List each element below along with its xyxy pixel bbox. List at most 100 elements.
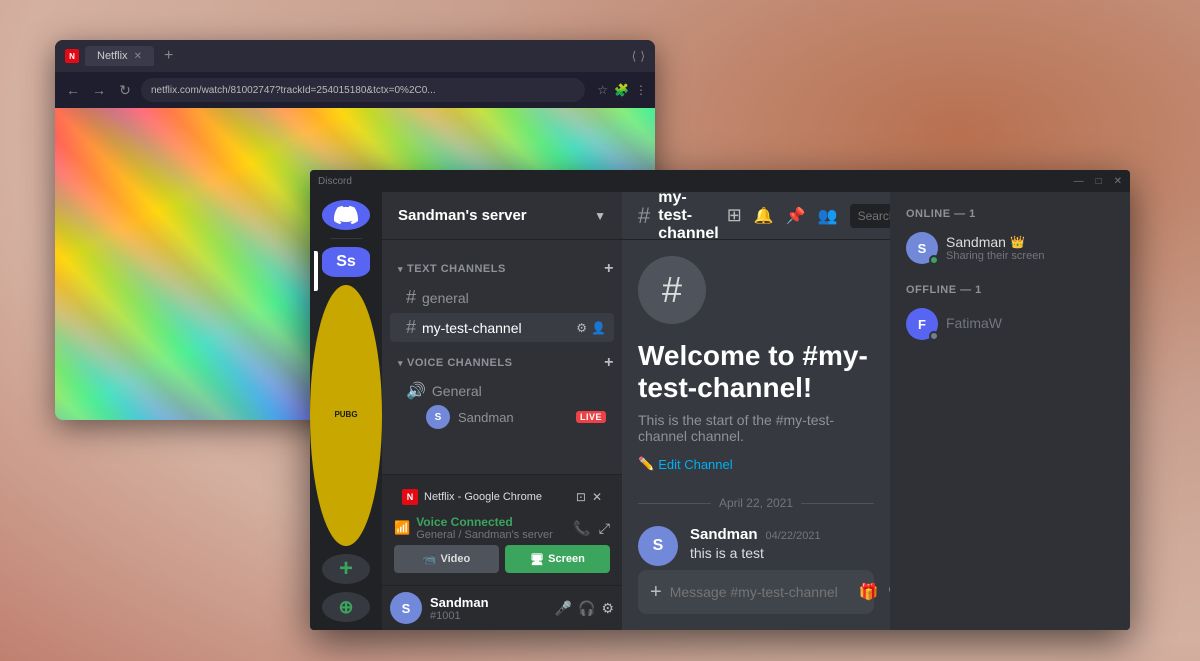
edit-channel-link[interactable]: ✏️ Edit Channel xyxy=(638,456,733,472)
chat-header-icons: ⊞ 🔔 📌 👥 🔍 🖥 ❓ xyxy=(727,204,890,228)
forward-button[interactable]: → xyxy=(89,82,109,98)
netflix-tab[interactable]: Netflix ✕ xyxy=(85,46,154,66)
date-divider-1: April 22, 2021 xyxy=(638,496,874,510)
discover-servers-button[interactable]: ⊕ xyxy=(322,592,370,622)
chat-area: # my-test-channel ⊞ 🔔 📌 👥 🔍 🖥 ❓ xyxy=(622,192,890,630)
voice-status-info: Voice Connected General / Sandman's serv… xyxy=(416,515,553,541)
netflix-titlebar: N Netflix ✕ + ⟨ ⟩ xyxy=(55,40,655,72)
voice-member-name: Sandman xyxy=(458,410,514,425)
member-fatimaw[interactable]: F FatimaW xyxy=(898,304,1122,344)
hashtag-icon[interactable]: ⊞ xyxy=(727,205,742,226)
member-avatar-fatimaw: F xyxy=(906,308,938,340)
username: Sandman xyxy=(430,595,547,610)
add-server-button[interactable]: + xyxy=(322,554,370,584)
live-badge: LIVE xyxy=(576,411,606,423)
add-voice-channel-button[interactable]: + xyxy=(604,354,614,372)
date-label-1: April 22, 2021 xyxy=(719,496,793,510)
voice-settings-icon[interactable]: ⤢ xyxy=(599,520,610,537)
member-status-online xyxy=(929,255,939,265)
chat-input-box: + 🎁 GIF 📄 😊 xyxy=(638,570,874,614)
server-header[interactable]: Sandman's server ▼ xyxy=(382,192,622,240)
search-box[interactable]: 🔍 xyxy=(850,204,890,228)
members-sidebar: ONLINE — 1 S Sandman 👑 Sharing their scr… xyxy=(890,192,1130,630)
voice-channels-category[interactable]: ▾ VOICE CHANNELS + xyxy=(382,350,622,376)
member-avatar-sandman: S xyxy=(906,232,938,264)
channel-item-icons: ⚙ 👤 xyxy=(576,321,606,335)
edit-channel-label: Edit Channel xyxy=(658,457,732,472)
refresh-button[interactable]: ↻ xyxy=(115,82,135,99)
channel-my-test-channel[interactable]: # my-test-channel ⚙ 👤 xyxy=(390,313,614,342)
channel-sidebar: Sandman's server ▼ ▾ TEXT CHANNELS + # g… xyxy=(382,192,622,630)
mute-mic-icon[interactable]: 🎤 xyxy=(555,600,572,617)
video-icon: 📹 xyxy=(423,553,437,566)
channel-hash-icon: # xyxy=(406,287,416,308)
netflix-tab-close-icon[interactable]: ✕ xyxy=(134,51,142,62)
channel-general-name: general xyxy=(422,290,469,306)
stream-popout-icon[interactable]: ⊡ xyxy=(576,490,586,504)
voice-action-icons: 📞 ⤢ xyxy=(573,520,610,537)
stream-controls: ⊡ ✕ xyxy=(576,490,602,504)
add-text-channel-button[interactable]: + xyxy=(604,260,614,278)
message-author-1: Sandman xyxy=(690,526,758,543)
voice-phone-icon[interactable]: 📞 xyxy=(573,520,590,537)
more-options-icon[interactable]: ⋮ xyxy=(635,83,647,97)
voice-channel-general[interactable]: 🔊 General S Sandman LIVE xyxy=(390,377,614,433)
new-tab-button[interactable]: + xyxy=(164,47,173,65)
bookmark-icon[interactable]: ☆ xyxy=(597,83,608,97)
attach-file-button[interactable]: + xyxy=(650,581,662,604)
voice-channel-header: 🔊 General xyxy=(406,379,606,403)
channel-settings-icon[interactable]: ⚙ xyxy=(576,321,587,335)
voice-channel-name: General xyxy=(432,383,482,399)
netflix-minimize-icon[interactable]: ⟨ xyxy=(632,49,637,63)
netflix-stream-bar: N Netflix - Google Chrome ⊡ ✕ xyxy=(394,483,610,511)
message-text-1: this is a test xyxy=(690,545,874,561)
user-settings-icon[interactable]: ⚙ xyxy=(601,600,614,617)
edit-pencil-icon: ✏️ xyxy=(638,456,654,472)
back-button[interactable]: ← xyxy=(63,82,83,98)
channel-general[interactable]: # general xyxy=(390,283,614,312)
discord-close-button[interactable]: ✕ xyxy=(1114,176,1122,187)
discord-titlebar: Discord — □ ✕ xyxy=(310,170,1130,192)
notification-bell-icon[interactable]: 🔔 xyxy=(754,206,774,226)
message-timestamp-1: 04/22/2021 xyxy=(766,530,821,542)
welcome-section: # Welcome to #my-test-channel! This is t… xyxy=(638,256,874,472)
message-input[interactable] xyxy=(670,584,851,600)
video-button[interactable]: 📹 Video xyxy=(394,545,499,573)
server-icon-sandman[interactable]: Ss xyxy=(322,247,370,277)
server-dropdown-icon: ▼ xyxy=(594,209,606,223)
channel-user-icon[interactable]: 👤 xyxy=(591,321,606,335)
member-sandman[interactable]: S Sandman 👑 Sharing their screen xyxy=(898,228,1122,268)
user-tag: #1001 xyxy=(430,610,547,622)
search-input[interactable] xyxy=(858,209,890,223)
voice-status-row: 📶 Voice Connected General / Sandman's se… xyxy=(394,515,610,541)
stream-stop-icon[interactable]: ✕ xyxy=(592,490,602,504)
server-icon-pubg[interactable]: PUBG xyxy=(310,285,382,547)
extensions-icon[interactable]: 🧩 xyxy=(614,83,629,97)
video-label: Video xyxy=(440,553,470,565)
members-icon[interactable]: 👥 xyxy=(818,206,838,226)
discord-minimize-button[interactable]: — xyxy=(1074,176,1084,187)
member-name-col-fatimaw: FatimaW xyxy=(946,315,1114,333)
user-avatar: S xyxy=(390,592,422,624)
server-icon-list: Ss PUBG + ⊕ xyxy=(310,192,382,630)
deafen-icon[interactable]: 🎧 xyxy=(578,600,595,617)
gift-icon[interactable]: 🎁 xyxy=(859,582,879,602)
discord-window-controls: — □ ✕ xyxy=(1074,176,1122,187)
voice-speaker-icon: 🔊 xyxy=(406,381,426,401)
divider-line xyxy=(638,503,711,504)
chat-header: # my-test-channel ⊞ 🔔 📌 👥 🔍 🖥 ❓ xyxy=(622,192,890,240)
channel-hash-icon-active: # xyxy=(406,317,416,338)
text-channels-category[interactable]: ▾ TEXT CHANNELS + xyxy=(382,256,622,282)
netflix-more-icon[interactable]: ⟩ xyxy=(640,49,645,63)
text-channels-label: TEXT CHANNELS xyxy=(407,263,506,275)
discord-window: Discord — □ ✕ Ss PUBG + ⊕ San xyxy=(310,170,1130,630)
discord-maximize-button[interactable]: □ xyxy=(1096,176,1102,187)
server-icon-discord[interactable] xyxy=(322,200,370,230)
active-server-indicator xyxy=(314,251,318,291)
address-bar[interactable]: netflix.com/watch/81002747?trackId=25401… xyxy=(141,78,585,102)
pin-icon[interactable]: 📌 xyxy=(786,206,806,226)
screen-share-button[interactable]: 🖥 Screen xyxy=(505,545,610,573)
chat-input-area: + 🎁 GIF 📄 😊 xyxy=(622,570,890,630)
chat-channel-name: my-test-channel xyxy=(658,192,718,243)
stream-name: Netflix - Google Chrome xyxy=(424,491,570,503)
